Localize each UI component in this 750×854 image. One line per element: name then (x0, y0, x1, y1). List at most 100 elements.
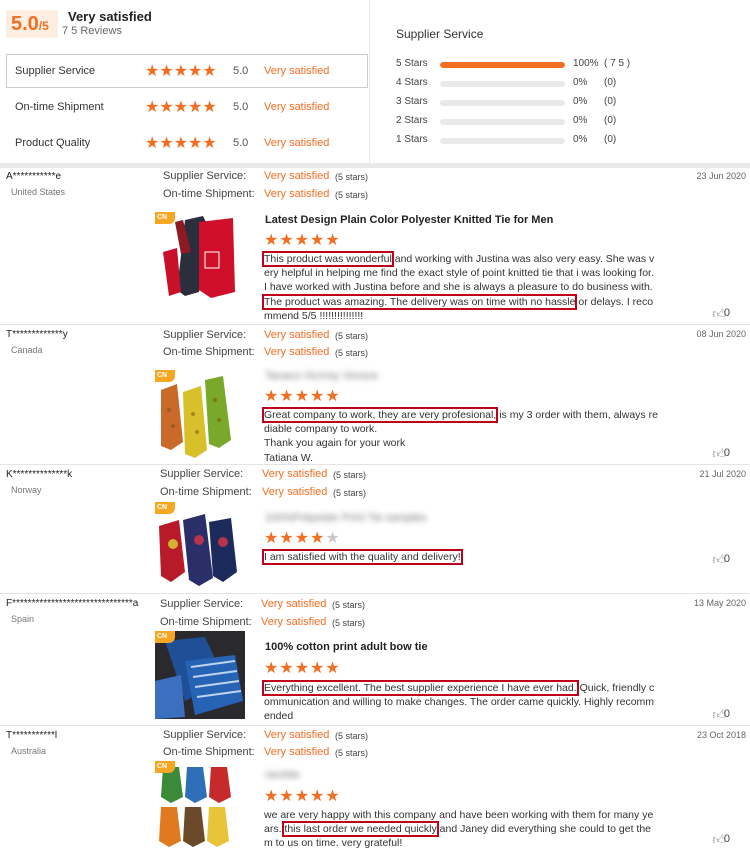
review-text: Great company to work, they are very pro… (261, 407, 658, 465)
review-text: Everything excellent. The best supplier … (262, 680, 658, 724)
product-thumbnail[interactable]: CN (155, 212, 241, 300)
supplier-service-stars: (5 stars) (332, 600, 366, 610)
review-stars: ★★★★★ (264, 528, 341, 548)
category-label: Very satisfied (264, 65, 330, 77)
category-stars: ★★★★★ (145, 135, 217, 152)
distribution-count: (0) (604, 134, 617, 145)
supplier-service-stars: (5 stars) (335, 331, 369, 341)
distribution-bar (440, 62, 565, 68)
review-date: 23 Jun 2020 (696, 171, 746, 181)
ontime-shipment-value: Very satisfied (264, 188, 330, 200)
distribution-row-5[interactable]: 5 Stars 100% ( 7 5 ) (396, 58, 646, 72)
ontime-shipment-label: On-time Shipment: (163, 346, 255, 358)
cn-flag-badge: CN (155, 761, 175, 773)
tie-image (163, 216, 235, 298)
cn-flag-badge: CN (155, 631, 175, 643)
distribution-row-2[interactable]: 2 Stars 0% (0) (396, 115, 646, 129)
review-stars: ★★★★★ (264, 660, 341, 677)
review-item: A***********e United States 23 Jun 2020 … (0, 168, 750, 325)
supplier-service-label: Supplier Service: (160, 468, 244, 480)
review-stars: ★★★★★ (264, 388, 341, 405)
distribution-label: 3 Stars (396, 96, 428, 107)
distribution-row-4[interactable]: 4 Stars 0% (0) (396, 77, 646, 91)
product-thumbnail[interactable]: CN (155, 761, 241, 849)
cn-flag-badge: CN (155, 502, 175, 514)
tie-image (161, 376, 231, 458)
reviews-count[interactable]: 7 5 Reviews (62, 25, 122, 37)
supplier-service-value: Very satisfied (264, 170, 330, 182)
like-count: 0 (723, 833, 730, 845)
supplier-service-label: Supplier Service: (160, 598, 244, 610)
ontime-shipment-value: Very satisfied (261, 616, 327, 628)
reviewer-name: K**************k (6, 469, 73, 480)
review-date: 21 Jul 2020 (699, 469, 746, 479)
category-stars: ★★★★★ (145, 63, 217, 80)
review-date: 08 Jun 2020 (696, 329, 746, 339)
distribution-label: 4 Stars (396, 77, 428, 88)
product-title[interactable]: necktie (265, 769, 300, 781)
product-title[interactable]: Latest Design Plain Color Polyester Knit… (265, 214, 553, 226)
distribution-percent: 0% (573, 96, 588, 107)
review-date: 13 May 2020 (693, 598, 746, 608)
category-stars: ★★★★★ (145, 99, 217, 116)
rating-summary: 5.0/5 Very satisfied 7 5 Reviews Supplie… (0, 0, 750, 163)
highlighted-phrase: This product was wonderful (262, 251, 394, 267)
review-item: K**************k Norway 21 Jul 2020 Supp… (0, 466, 750, 594)
review-stars: ★★★★★ (264, 788, 341, 805)
review-text: we are very happy with this company and … (264, 808, 658, 851)
category-ontime-shipment[interactable]: On-time Shipment ★★★★★ 5.0 Very satisfie… (6, 90, 368, 124)
distribution-label: 1 Stars (396, 134, 428, 145)
distribution-row-1[interactable]: 1 Stars 0% (0) (396, 134, 646, 148)
ontime-shipment-value: Very satisfied (264, 746, 330, 758)
product-title[interactable]: 100%Polyester Print Tie samples (265, 512, 426, 524)
reviewer-country: Norway (11, 485, 42, 495)
review-date: 23 Oct 2018 (696, 730, 746, 740)
reviewer-name: T*************y (6, 329, 68, 340)
review-stars: ★★★★★ (264, 232, 341, 249)
distribution-row-3[interactable]: 3 Stars 0% (0) (396, 96, 646, 110)
supplier-service-label: Supplier Service: (163, 170, 247, 182)
supplier-service-value: Very satisfied (264, 329, 330, 341)
highlighted-phrase: Everything excellent. The best supplier … (262, 680, 579, 696)
highlighted-phrase: Great company to work, they are very pro… (261, 407, 499, 423)
product-thumbnail[interactable]: CN (155, 631, 245, 719)
reviewer-country: Canada (11, 345, 43, 355)
review-stars-filled: ★★★★ (264, 530, 326, 547)
distribution-count: (0) (604, 115, 617, 126)
category-supplier-service[interactable]: Supplier Service ★★★★★ 5.0 Very satisfie… (6, 54, 368, 88)
category-name: Supplier Service (15, 65, 96, 77)
like-count: 0 (723, 307, 730, 319)
distribution-percent: 0% (573, 77, 588, 88)
ontime-shipment-stars: (5 stars) (335, 348, 369, 358)
distribution-label: 5 Stars (396, 58, 428, 69)
category-product-quality[interactable]: Product Quality ★★★★★ 5.0 Very satisfied (6, 126, 368, 160)
highlighted-phrase: I am satisfied with the quality and deli… (262, 549, 463, 565)
review-text: This product was wonderful and working w… (261, 251, 658, 323)
distribution-count: (0) (604, 96, 617, 107)
ontime-shipment-label: On-time Shipment: (163, 188, 255, 200)
review-item: F*******************************a Spain … (0, 595, 750, 726)
product-title[interactable]: 100% cotton print adult bow tie (265, 641, 428, 653)
ontime-shipment-value: Very satisfied (262, 486, 328, 498)
distribution-label: 2 Stars (396, 115, 428, 126)
supplier-service-value: Very satisfied (262, 468, 328, 480)
cn-flag-badge: CN (155, 370, 175, 382)
ontime-shipment-stars: (5 stars) (333, 488, 367, 498)
supplier-service-label: Supplier Service: (163, 729, 247, 741)
reviewer-country: United States (11, 187, 66, 197)
product-title[interactable]: Tanaco Vicrnsy Vocsce (265, 370, 378, 382)
review-text-line: Thank you again for your work (264, 437, 406, 450)
ontime-shipment-value: Very satisfied (264, 346, 330, 358)
distribution-percent: 0% (573, 115, 588, 126)
ontime-shipment-label: On-time Shipment: (160, 616, 252, 628)
supplier-service-stars: (5 stars) (333, 470, 367, 480)
distribution-title: Supplier Service (396, 27, 484, 41)
supplier-service-value: Very satisfied (261, 598, 327, 610)
product-thumbnail[interactable]: CN (155, 370, 241, 458)
vertical-divider (369, 0, 370, 163)
review-stars-empty: ★ (325, 530, 341, 547)
product-thumbnail[interactable]: CN (155, 502, 241, 590)
review-text: I am satisfied with the quality and deli… (262, 549, 658, 565)
like-count: 0 (723, 708, 730, 720)
ontime-shipment-label: On-time Shipment: (163, 746, 255, 758)
